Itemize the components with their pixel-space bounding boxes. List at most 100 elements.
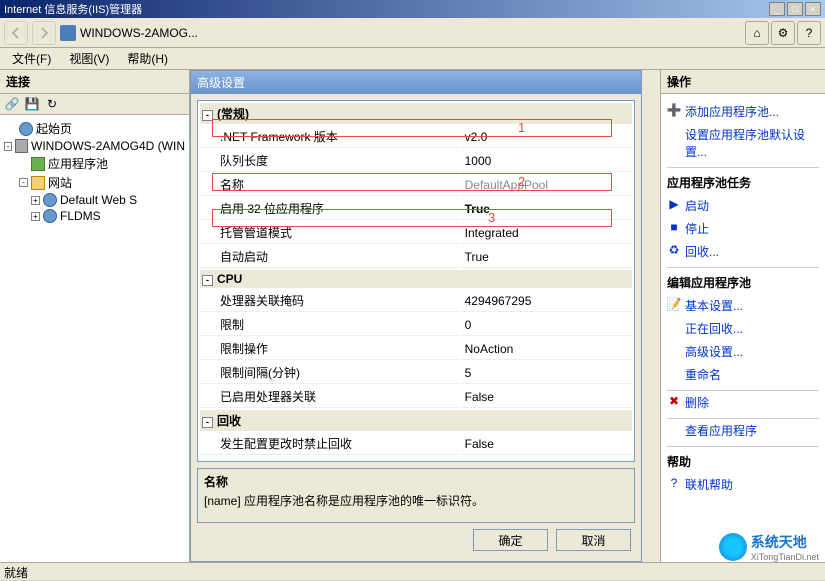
connections-header: 连接 [0,70,189,94]
action-view-apps[interactable]: 查看应用程序 [667,419,819,442]
window-controls: _ □ × [769,2,821,16]
row-autostart[interactable]: 自动启动True [200,246,632,268]
cancel-button[interactable]: 取消 [556,529,631,551]
row-periodic-time[interactable]: 固定时间间隔(分钟)1740 [200,457,632,462]
address-path: WINDOWS-2AMOG... [80,26,198,40]
collapse-icon[interactable]: - [4,142,12,151]
row-limit-action[interactable]: 限制操作NoAction [200,338,632,360]
row-netframework[interactable]: .NET Framework 版本v2.0 [200,126,632,148]
section-edit-pool: 编辑应用程序池 [667,267,819,294]
tree-view[interactable]: 起始页 -WINDOWS-2AMOG4D (WIN 应用程序池 -网站 +Def… [0,115,189,562]
globe-icon [19,122,33,136]
back-button[interactable] [4,21,28,45]
help-icon: ? [667,476,681,490]
action-recycle[interactable]: ♻回收... [667,240,819,263]
menu-view[interactable]: 视图(V) [61,48,117,69]
maximize-button[interactable]: □ [787,2,803,16]
action-rename[interactable]: 重命名 [667,363,819,386]
delete-icon: ✖ [667,394,681,408]
category-general[interactable]: -(常规) [200,103,632,124]
server-icon [60,25,76,41]
property-grid[interactable]: -(常规) .NET Framework 版本v2.0 队列长度1000 名称D… [197,100,635,462]
address-toolbar: WINDOWS-2AMOG... ⌂ ⚙ ? [0,18,825,48]
action-delete[interactable]: ✖删除 [667,391,819,414]
center-panel: 高级设置 -(常规) .NET Framework 版本v2.0 队列长度100… [190,70,660,562]
minimize-button[interactable]: _ [769,2,785,16]
row-limit-interval[interactable]: 限制间隔(分钟)5 [200,362,632,384]
actions-panel: 操作 ➕添加应用程序池... 设置应用程序池默认设置... 应用程序池任务 ▶启… [660,70,825,562]
action-basic-settings[interactable]: 📝基本设置... [667,294,819,317]
category-cpu[interactable]: -CPU [200,270,632,288]
settings-icon[interactable]: ⚙ [771,21,795,45]
pool-icon [31,157,45,171]
action-add-pool[interactable]: ➕添加应用程序池... [667,100,819,123]
stop-icon: ■ [667,220,681,234]
category-recycle[interactable]: -回收 [200,410,632,431]
home-icon[interactable]: ⌂ [745,21,769,45]
arrow-right-icon [37,26,51,40]
row-disable-config-recycle[interactable]: 发生配置更改时禁止回收False [200,433,632,455]
tree-server[interactable]: -WINDOWS-2AMOG4D (WIN [4,138,185,154]
connections-panel: 连接 🔗 💾 ↻ 起始页 -WINDOWS-2AMOG4D (WIN 应用程序池… [0,70,190,562]
action-set-defaults[interactable]: 设置应用程序池默认设置... [667,123,819,163]
watermark-url: XiTongTianDi.net [751,552,819,562]
dialog-buttons: 确定 取消 [191,529,641,561]
expand-icon[interactable]: + [31,212,40,221]
watermark: 系统天地 XiTongTianDi.net [719,532,819,562]
folder-icon [31,176,45,190]
action-online-help[interactable]: ?联机帮助 [667,473,819,496]
row-queue-length[interactable]: 队列长度1000 [200,150,632,172]
help-icon[interactable]: ? [797,21,821,45]
forward-button[interactable] [32,21,56,45]
status-text: 就绪 [4,566,28,580]
action-recycling[interactable]: 正在回收... [667,317,819,340]
menu-file[interactable]: 文件(F) [4,48,59,69]
section-pool-tasks: 应用程序池任务 [667,167,819,194]
row-name[interactable]: 名称DefaultAppPool [200,174,632,196]
description-title: 名称 [204,473,628,490]
tree-sites[interactable]: -网站 [4,173,185,192]
row-limit[interactable]: 限制0 [200,314,632,336]
collapse-icon[interactable]: - [202,417,213,428]
save-icon[interactable]: 💾 [24,96,40,112]
actions-header: 操作 [661,70,825,94]
action-stop[interactable]: ■停止 [667,217,819,240]
recycle-icon: ♻ [667,243,681,257]
refresh-icon[interactable]: ↻ [44,96,60,112]
settings-icon: 📝 [667,297,681,311]
tree-default-site[interactable]: +Default Web S [4,192,185,208]
action-advanced-settings[interactable]: 高级设置... [667,340,819,363]
statusbar: 就绪 [0,562,825,580]
address-bar[interactable]: WINDOWS-2AMOG... [60,25,741,41]
watermark-brand: 系统天地 [751,532,819,552]
collapse-icon[interactable]: - [19,178,28,187]
add-icon: ➕ [667,103,681,117]
close-button[interactable]: × [805,2,821,16]
collapse-icon[interactable]: - [202,110,213,121]
window-title: Internet 信息服务(IIS)管理器 [4,1,142,17]
row-affinity-mask[interactable]: 处理器关联掩码4294967295 [200,290,632,312]
ok-button[interactable]: 确定 [473,529,548,551]
row-pipeline[interactable]: 托管管道模式Integrated [200,222,632,244]
action-start[interactable]: ▶启动 [667,194,819,217]
menu-help[interactable]: 帮助(H) [119,48,176,69]
server-icon [15,139,28,153]
expand-icon[interactable]: + [31,196,40,205]
dialog-title: 高级设置 [191,71,641,94]
row-enable-32bit[interactable]: 启用 32 位应用程序True [200,198,632,220]
site-icon [43,209,57,223]
menubar: 文件(F) 视图(V) 帮助(H) [0,48,825,70]
connect-icon[interactable]: 🔗 [4,96,20,112]
tree-start-page[interactable]: 起始页 [4,119,185,138]
play-icon: ▶ [667,197,681,211]
description-text: [name] 应用程序池名称是应用程序池的唯一标识符。 [204,492,628,509]
tree-fldms[interactable]: +FLDMS [4,208,185,224]
titlebar: Internet 信息服务(IIS)管理器 _ □ × [0,0,825,18]
watermark-icon [719,533,747,561]
row-affinity-enabled[interactable]: 已启用处理器关联False [200,386,632,408]
site-icon [43,193,57,207]
arrow-left-icon [9,26,23,40]
tree-app-pools[interactable]: 应用程序池 [4,154,185,173]
section-help: 帮助 [667,446,819,473]
collapse-icon[interactable]: - [202,275,213,286]
